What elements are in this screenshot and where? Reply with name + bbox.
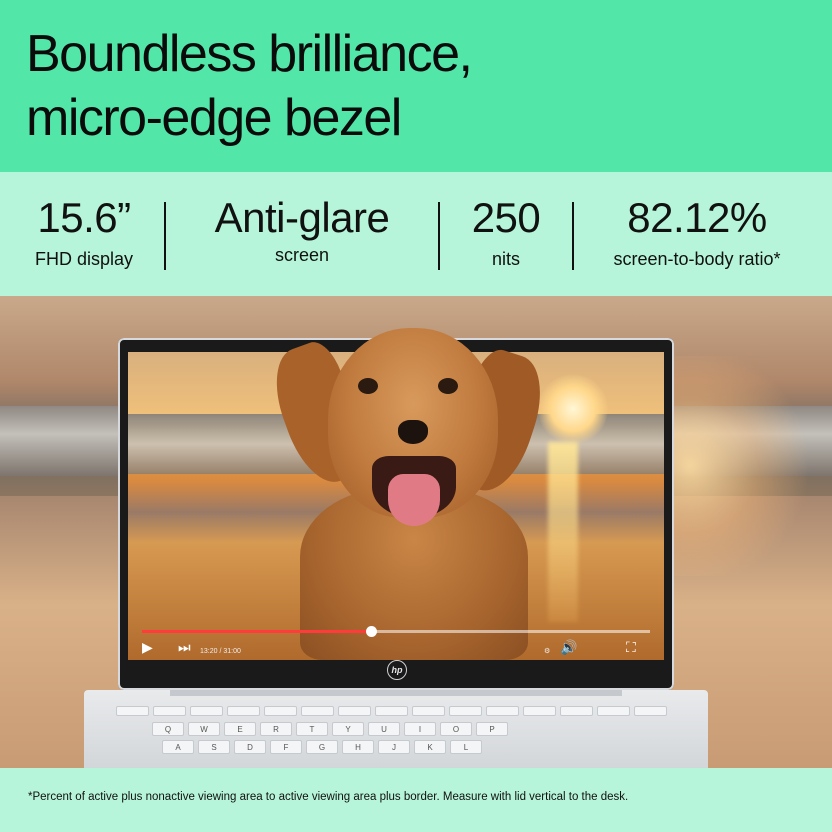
key-l: L (450, 740, 482, 754)
key-w: W (188, 722, 220, 736)
function-key (338, 706, 371, 716)
video-progress-bar[interactable] (142, 626, 650, 637)
spec-divider (438, 202, 440, 270)
function-key (486, 706, 519, 716)
skip-next-icon[interactable]: ⏭ (178, 638, 191, 656)
key-u: U (368, 722, 400, 736)
headline-line-2: micro-edge bezel (26, 89, 402, 147)
spec-value: 82.12% (627, 194, 767, 241)
key-p: P (476, 722, 508, 736)
spec-value: 15.6” (37, 194, 131, 241)
key-q: Q (152, 722, 184, 736)
function-key (523, 706, 556, 716)
function-key (116, 706, 149, 716)
video-controls: ▶ ⏭ 13:20 / 31:00 🔊 ⚙ ⛶ (128, 622, 664, 660)
spec-label: nits (491, 249, 520, 269)
key-g: G (306, 740, 338, 754)
function-key (375, 706, 408, 716)
dog-nose (398, 420, 428, 444)
spec-value: Anti-glare (214, 194, 390, 241)
key-h: H (342, 740, 374, 754)
key-y: Y (332, 722, 364, 736)
key-s: S (198, 740, 230, 754)
spec-display-size: 15.6” FHD display (14, 172, 154, 296)
headline-line-1: Boundless brilliance, (26, 25, 473, 83)
dog-eye (358, 378, 378, 394)
golden-retriever-image (262, 328, 554, 660)
spec-bar: 15.6” FHD display Anti-glare screen 250 … (0, 172, 832, 296)
key-d: D (234, 740, 266, 754)
function-key (227, 706, 260, 716)
fullscreen-icon[interactable]: ⛶ (626, 638, 636, 656)
key-e: E (224, 722, 256, 736)
spec-brightness: 250 nits (448, 172, 564, 296)
function-key (153, 706, 186, 716)
spec-label: screen (274, 245, 330, 265)
key-f: F (270, 740, 302, 754)
video-scrubber-handle[interactable] (365, 626, 377, 637)
laptop-hinge (170, 690, 622, 696)
headline-title: Boundless brilliance, micro-edge bezel (26, 22, 473, 150)
spec-divider (572, 202, 574, 270)
function-key (412, 706, 445, 716)
key-j: J (378, 740, 410, 754)
function-key (449, 706, 482, 716)
function-key (634, 706, 667, 716)
headline-banner: Boundless brilliance, micro-edge bezel (0, 0, 832, 172)
spec-value: 250 (471, 194, 541, 241)
footnote-bar: *Percent of active plus nonactive viewin… (0, 768, 832, 832)
video-timecode: 13:20 / 31:00 (200, 648, 241, 655)
key-k: K (414, 740, 446, 754)
function-key (190, 706, 223, 716)
function-key (560, 706, 593, 716)
dog-eye (438, 378, 458, 394)
key-t: T (296, 722, 328, 736)
volume-icon[interactable]: 🔊 (560, 638, 577, 656)
keyboard: QWERTYUIOP ASDFGHJKL (108, 706, 684, 768)
footnote-text: *Percent of active plus nonactive viewin… (28, 791, 629, 803)
function-key (264, 706, 297, 716)
spec-divider (164, 202, 166, 270)
spec-label: screen-to-body ratio* (613, 249, 781, 269)
function-key (301, 706, 334, 716)
key-i: I (404, 722, 436, 736)
spec-screen-to-body: 82.12% screen-to-body ratio* (588, 172, 806, 296)
key-o: O (440, 722, 472, 736)
video-progress-fill (142, 630, 371, 633)
key-r: R (260, 722, 292, 736)
spec-label: FHD display (34, 249, 134, 269)
key-a: A (162, 740, 194, 754)
sun-reflection (548, 442, 578, 622)
settings-icon[interactable]: ⚙ (544, 643, 550, 661)
dog-tongue (388, 474, 440, 526)
hp-logo: hp (387, 660, 407, 680)
spec-anti-glare: Anti-glare screen (180, 172, 424, 296)
play-icon[interactable]: ▶ (142, 638, 153, 656)
function-key (597, 706, 630, 716)
